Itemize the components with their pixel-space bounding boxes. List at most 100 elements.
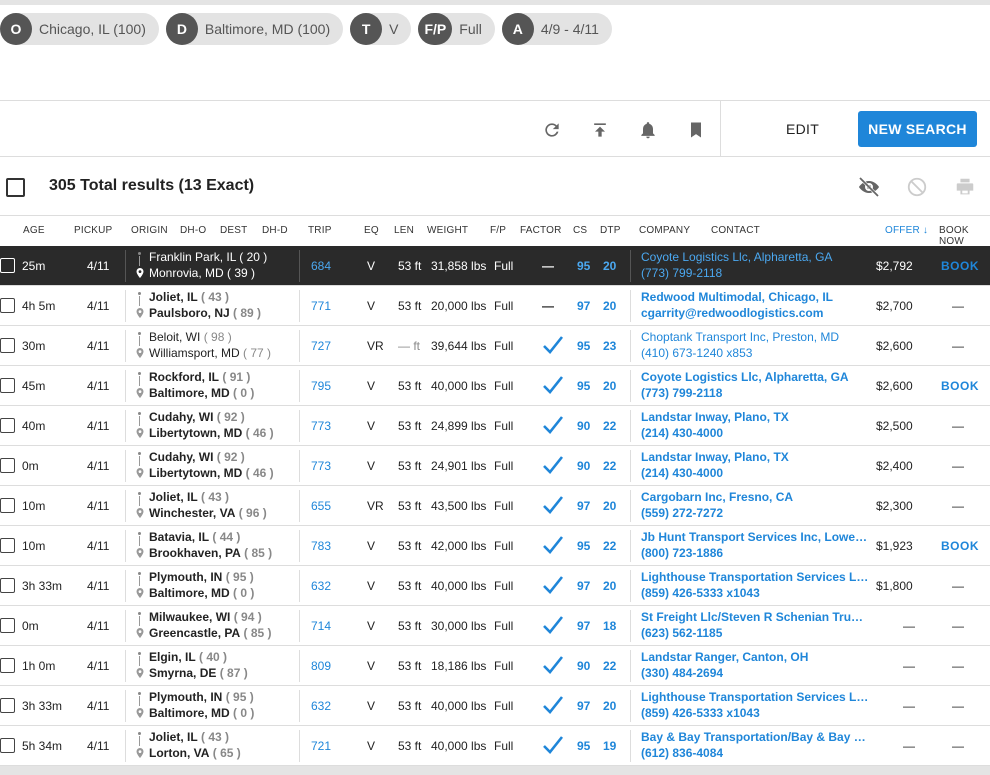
new-search-button[interactable]: NEW SEARCH	[858, 111, 977, 147]
col-weight[interactable]: WEIGHT	[427, 225, 468, 236]
cell-trip[interactable]: 721	[311, 739, 331, 753]
cell-company[interactable]: Landstar Inway, Plano, TX	[641, 450, 869, 464]
cell-trip[interactable]: 684	[311, 259, 331, 273]
table-row[interactable]: 10m 4/11 Joliet, IL ( 43 ) Winchester, V…	[0, 486, 990, 526]
filter-chip-fp[interactable]: F/P Full	[418, 13, 495, 45]
table-row[interactable]: 5h 34m 4/11 Joliet, IL ( 43 ) Lorton, VA…	[0, 726, 990, 766]
cell-company[interactable]: St Freight Llc/Steven R Schenian Truck..…	[641, 610, 869, 624]
cell-company[interactable]: Lighthouse Transportation Services Llc..…	[641, 570, 869, 584]
table-row[interactable]: 0m 4/11 Milwaukee, WI ( 94 ) Greencastle…	[0, 606, 990, 646]
table-row[interactable]: 0m 4/11 Cudahy, WI ( 92 ) Libertytown, M…	[0, 446, 990, 486]
col-dhd[interactable]: DH-D	[262, 225, 288, 236]
bell-icon[interactable]	[637, 119, 659, 141]
cell-trip[interactable]: 655	[311, 499, 331, 513]
cell-contact[interactable]: (859) 426-5333 x1043	[641, 706, 760, 720]
row-checkbox[interactable]	[0, 538, 15, 553]
row-checkbox[interactable]	[0, 258, 15, 273]
cell-contact[interactable]: (214) 430-4000	[641, 426, 723, 440]
table-row[interactable]: 4h 5m 4/11 Joliet, IL ( 43 ) Paulsboro, …	[0, 286, 990, 326]
row-checkbox[interactable]	[0, 618, 15, 633]
table-row[interactable]: 30m 4/11 Beloit, WI ( 98 ) Williamsport,…	[0, 326, 990, 366]
table-row[interactable]: 40m 4/11 Cudahy, WI ( 92 ) Libertytown, …	[0, 406, 990, 446]
table-row[interactable]: 3h 33m 4/11 Plymouth, IN ( 95 ) Baltimor…	[0, 686, 990, 726]
block-icon[interactable]	[905, 175, 929, 199]
filter-chip-type[interactable]: T V	[350, 13, 412, 45]
row-checkbox[interactable]	[0, 738, 15, 753]
col-dest[interactable]: DEST	[220, 225, 247, 236]
col-contact[interactable]: CONTACT	[711, 225, 760, 236]
book-button[interactable]: BOOK	[941, 379, 979, 393]
cell-contact[interactable]: (773) 799-2118	[641, 386, 722, 400]
col-eq[interactable]: EQ	[364, 225, 379, 236]
cell-contact[interactable]: (800) 723-1886	[641, 546, 723, 560]
row-checkbox[interactable]	[0, 418, 15, 433]
cell-company[interactable]: Cargobarn Inc, Fresno, CA	[641, 490, 869, 504]
col-book-now[interactable]: BOOK NOW	[939, 225, 990, 247]
row-checkbox[interactable]	[0, 378, 15, 393]
row-checkbox[interactable]	[0, 338, 15, 353]
cell-company[interactable]: Redwood Multimodal, Chicago, IL	[641, 290, 869, 304]
col-dtp[interactable]: DTP	[600, 225, 621, 236]
filter-chip-availability[interactable]: A 4/9 - 4/11	[501, 13, 612, 45]
row-checkbox[interactable]	[0, 298, 15, 313]
cell-contact[interactable]: (410) 673-1240 x853	[641, 346, 752, 360]
col-company[interactable]: COMPANY	[639, 225, 690, 236]
filter-chip-origin[interactable]: O Chicago, IL (100)	[0, 13, 159, 45]
cell-company[interactable]: Landstar Ranger, Canton, OH	[641, 650, 869, 664]
cell-company[interactable]: Coyote Logistics Llc, Alpharetta, GA	[641, 250, 869, 264]
cell-company[interactable]: Jb Hunt Transport Services Inc, Lowell,.…	[641, 530, 869, 544]
table-row[interactable]: 45m 4/11 Rockford, IL ( 91 ) Baltimore, …	[0, 366, 990, 406]
print-icon[interactable]	[953, 175, 977, 199]
row-checkbox[interactable]	[0, 498, 15, 513]
table-row[interactable]: 3h 33m 4/11 Plymouth, IN ( 95 ) Baltimor…	[0, 566, 990, 606]
col-factor[interactable]: FACTOR	[520, 225, 562, 236]
col-pickup[interactable]: PICKUP	[74, 225, 112, 236]
select-all-checkbox[interactable]	[6, 178, 25, 197]
table-row[interactable]: 25m 4/11 Franklin Park, IL ( 20 ) Monrov…	[0, 246, 990, 286]
col-age[interactable]: AGE	[23, 225, 45, 236]
filter-chip-destination[interactable]: D Baltimore, MD (100)	[165, 13, 344, 45]
cell-trip[interactable]: 773	[311, 459, 331, 473]
table-row[interactable]: 1h 0m 4/11 Elgin, IL ( 40 ) Smyrna, DE (…	[0, 646, 990, 686]
cell-trip[interactable]: 632	[311, 699, 331, 713]
cell-trip[interactable]: 727	[311, 339, 331, 353]
col-len[interactable]: LEN	[394, 225, 414, 236]
cell-trip[interactable]: 783	[311, 539, 331, 553]
book-button[interactable]: BOOK	[941, 259, 979, 273]
cell-contact[interactable]: (214) 430-4000	[641, 466, 723, 480]
hide-icon[interactable]	[857, 175, 881, 199]
col-cs[interactable]: CS	[573, 225, 587, 236]
upload-icon[interactable]	[589, 119, 611, 141]
cell-company[interactable]: Lighthouse Transportation Services Llc..…	[641, 690, 869, 704]
cell-contact[interactable]: (623) 562-1185	[641, 626, 722, 640]
cell-trip[interactable]: 773	[311, 419, 331, 433]
cell-trip[interactable]: 632	[311, 579, 331, 593]
cell-company[interactable]: Coyote Logistics Llc, Alpharetta, GA	[641, 370, 869, 384]
cell-company[interactable]: Bay & Bay Transportation/Bay & Bay Tr...	[641, 730, 869, 744]
cell-company[interactable]: Choptank Transport Inc, Preston, MD	[641, 330, 869, 344]
cell-contact[interactable]: (612) 836-4084	[641, 746, 723, 760]
col-trip[interactable]: TRIP	[308, 225, 332, 236]
cell-trip[interactable]: 809	[311, 659, 331, 673]
cell-contact[interactable]: (859) 426-5333 x1043	[641, 586, 760, 600]
book-button[interactable]: BOOK	[941, 539, 979, 553]
row-checkbox[interactable]	[0, 658, 15, 673]
edit-button[interactable]: EDIT	[786, 121, 819, 137]
row-checkbox[interactable]	[0, 458, 15, 473]
cell-company[interactable]: Landstar Inway, Plano, TX	[641, 410, 869, 424]
row-checkbox[interactable]	[0, 578, 15, 593]
table-row[interactable]: 10m 4/11 Batavia, IL ( 44 ) Brookhaven, …	[0, 526, 990, 566]
refresh-icon[interactable]	[541, 119, 563, 141]
cell-contact[interactable]: (773) 799-2118	[641, 266, 722, 280]
col-offer[interactable]: OFFER ↓	[885, 225, 928, 236]
bookmark-icon[interactable]	[685, 119, 707, 141]
cell-trip[interactable]: 795	[311, 379, 331, 393]
cell-contact[interactable]: cgarrity@redwoodlogistics.com	[641, 306, 823, 320]
col-origin[interactable]: ORIGIN	[131, 225, 168, 236]
cell-contact[interactable]: (330) 484-2694	[641, 666, 723, 680]
row-checkbox[interactable]	[0, 698, 15, 713]
col-fp[interactable]: F/P	[490, 225, 506, 236]
cell-trip[interactable]: 771	[311, 299, 331, 313]
cell-contact[interactable]: (559) 272-7272	[641, 506, 723, 520]
cell-trip[interactable]: 714	[311, 619, 331, 633]
